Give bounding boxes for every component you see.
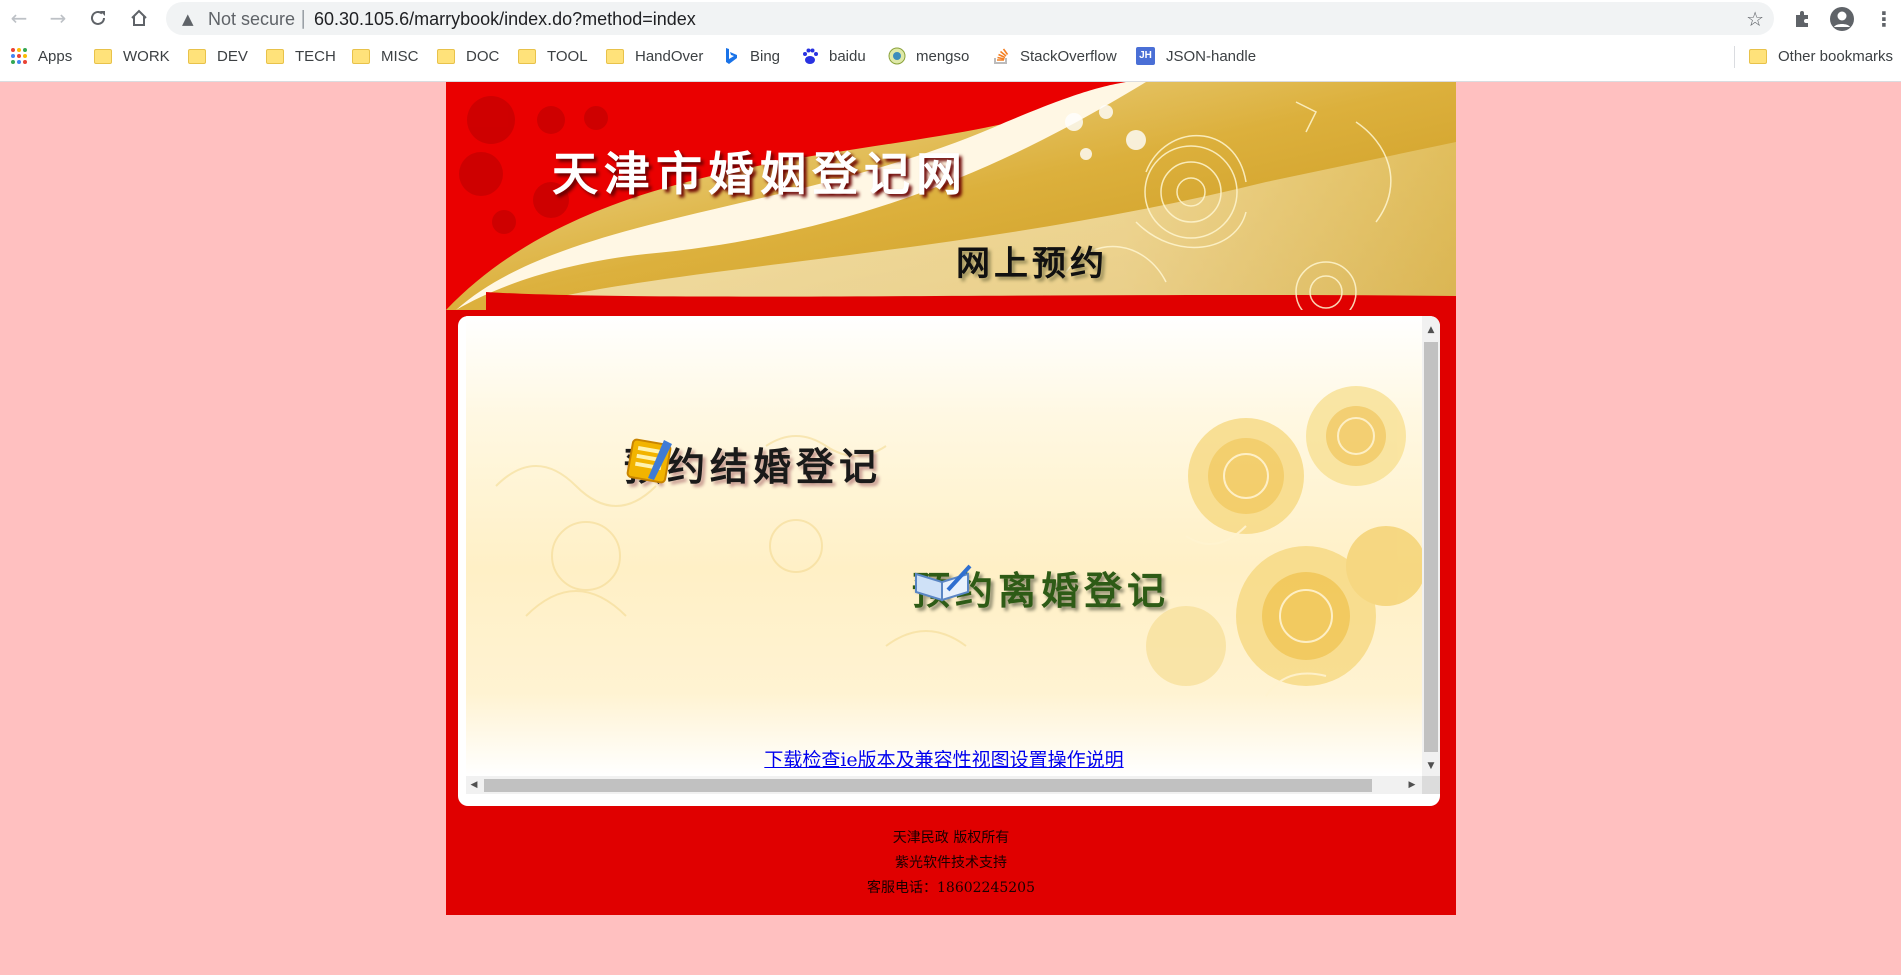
security-label[interactable]: Not secure <box>208 9 295 30</box>
warning-triangle-icon: ▲ <box>182 10 194 28</box>
bookmark-divider <box>1734 46 1735 68</box>
bookmark-label: DEV <box>217 47 248 65</box>
page-container: 天津市婚姻登记网 网上预约 预约结婚登记 预约离婚登记 下载检查ie版本及兼容性… <box>446 82 1456 915</box>
vertical-scroll-thumb[interactable] <box>1424 342 1438 752</box>
bookmark-misc[interactable]: MISC <box>352 44 419 68</box>
folder-icon <box>94 48 112 64</box>
bookmark-tool[interactable]: TOOL <box>518 44 588 68</box>
bookmark-handover[interactable]: HandOver <box>606 44 703 68</box>
apps-grid-icon <box>11 48 27 64</box>
bookmark-dev[interactable]: DEV <box>188 44 248 68</box>
horizontal-scrollbar[interactable]: ◀ ▶ <box>466 776 1422 794</box>
bookmark-work[interactable]: WORK <box>94 44 170 68</box>
folder-icon <box>188 48 206 64</box>
bookmark-baidu[interactable]: baidu <box>801 44 866 68</box>
home-icon[interactable] <box>126 5 152 31</box>
footer-copyright: 天津民政 版权所有 <box>892 830 1010 846</box>
help-link-row: 下载检查ie版本及兼容性视图设置操作说明 <box>466 745 1422 772</box>
site-title: 天津市婚姻登记网 <box>552 147 968 201</box>
folder-icon <box>518 48 536 64</box>
bookmark-label: JSON-handle <box>1166 47 1257 65</box>
horizontal-scroll-thumb[interactable] <box>484 779 1372 792</box>
bookmark-mengso[interactable]: mengso <box>888 44 969 68</box>
site-banner: 天津市婚姻登记网 网上预约 <box>446 82 1456 310</box>
baidu-paw-icon <box>803 48 818 64</box>
scroll-left-arrow-icon[interactable]: ◀ <box>466 777 482 793</box>
kebab-menu-icon[interactable]: ⋮ <box>1870 5 1898 33</box>
scroll-right-arrow-icon[interactable]: ▶ <box>1404 777 1420 793</box>
bookmark-label: mengso <box>916 47 970 65</box>
bookmark-other[interactable]: Other bookmarks <box>1749 44 1893 68</box>
folder-icon <box>606 48 624 64</box>
bookmark-apps[interactable]: Apps <box>10 44 72 68</box>
marriage-appointment-button[interactable]: 预约结婚登记 <box>624 436 882 491</box>
bookmark-label: TECH <box>295 47 336 65</box>
address-bar[interactable]: ▲ Not secure | 60.30.105.6/marrybook/ind… <box>166 2 1774 35</box>
scroll-down-arrow-icon[interactable]: ▼ <box>1422 758 1440 774</box>
site-footer: 天津民政 版权所有 紫光软件技术支持 客服电话：18602245205 <box>446 826 1456 901</box>
bookmark-label: Other bookmarks <box>1778 47 1894 65</box>
footer-hotline: 客服电话：18602245205 <box>867 880 1035 896</box>
forward-arrow-icon[interactable]: → <box>45 5 71 31</box>
bookmark-bing[interactable]: Bing <box>722 44 780 68</box>
json-handle-badge-icon: JH <box>1136 47 1155 65</box>
peony-background-art <box>495 386 1422 697</box>
vertical-scrollbar[interactable]: ▲ ▼ <box>1422 316 1440 776</box>
open-book-icon <box>915 564 972 602</box>
bookmark-json-handle[interactable]: JH JSON-handle <box>1136 44 1256 68</box>
folder-icon <box>266 48 284 64</box>
reload-icon[interactable] <box>85 5 111 31</box>
folder-icon <box>352 48 370 64</box>
mengso-logo-icon <box>888 47 906 65</box>
extensions-puzzle-icon[interactable] <box>1788 5 1816 33</box>
footer-tech-support: 紫光软件技术支持 <box>895 855 1007 871</box>
url-text[interactable]: 60.30.105.6/marrybook/index.do?method=in… <box>314 9 696 30</box>
bookmark-label: HandOver <box>635 47 704 65</box>
scrollbar-corner <box>1422 776 1440 794</box>
bookmark-label: DOC <box>466 47 500 65</box>
bookmark-tech[interactable]: TECH <box>266 44 336 68</box>
bookmark-doc[interactable]: DOC <box>437 44 499 68</box>
omnibox-separator: | <box>300 7 307 29</box>
content-frame: 预约结婚登记 预约离婚登记 下载检查ie版本及兼容性视图设置操作说明 ▲ ▼ ◀ <box>458 316 1440 806</box>
notepad-icon <box>626 438 672 484</box>
bookmark-stackoverflow[interactable]: StackOverflow <box>992 44 1117 68</box>
bookmark-star-icon[interactable]: ☆ <box>1746 7 1764 31</box>
bookmark-label: MISC <box>381 47 419 65</box>
profile-avatar-icon[interactable] <box>1828 5 1856 33</box>
browser-chrome: ← → ▲ Not secure | 60.30.105.6/marrybook… <box>0 0 1901 82</box>
bookmark-label: Apps <box>38 47 73 65</box>
bing-logo-icon <box>726 48 737 64</box>
divorce-appointment-button[interactable]: 预约离婚登记 <box>912 560 1170 615</box>
ie-compatibility-help-link[interactable]: 下载检查ie版本及兼容性视图设置操作说明 <box>764 749 1123 771</box>
bookmark-label: TOOL <box>547 47 588 65</box>
bookmark-label: WORK <box>123 47 170 65</box>
scroll-up-arrow-icon[interactable]: ▲ <box>1422 322 1440 338</box>
bookmark-label: Bing <box>750 47 781 65</box>
bookmark-label: StackOverflow <box>1020 47 1117 65</box>
bookmark-label: baidu <box>829 47 866 65</box>
folder-icon <box>1749 48 1767 64</box>
reservation-panel: 预约结婚登记 预约离婚登记 下载检查ie版本及兼容性视图设置操作说明 <box>466 316 1422 776</box>
back-arrow-icon[interactable]: ← <box>6 5 32 31</box>
stackoverflow-logo-icon <box>994 48 1009 64</box>
site-subtitle: 网上预约 <box>956 244 1108 284</box>
folder-icon <box>437 48 455 64</box>
